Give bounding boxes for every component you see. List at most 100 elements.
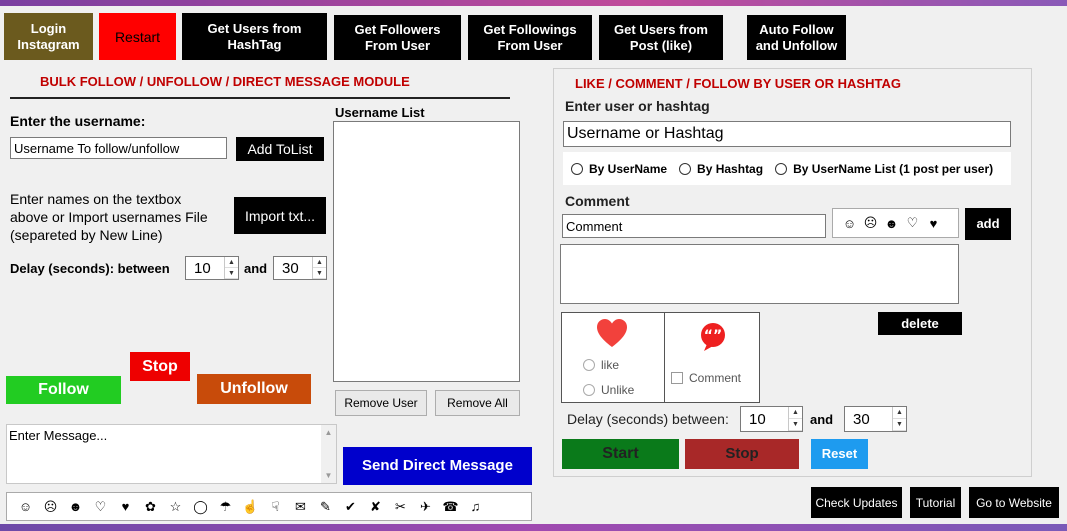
emoji-icon[interactable]: ◯	[188, 499, 213, 515]
radio-circle-icon	[583, 359, 595, 371]
stepper-down-icon[interactable]: ▼	[313, 268, 326, 279]
stepper-up-icon[interactable]: ▲	[789, 407, 802, 419]
add-comment-button[interactable]: add	[965, 208, 1011, 240]
emoji-icon[interactable]: ✿	[138, 499, 163, 515]
emoji-icon[interactable]: ♡	[902, 215, 923, 231]
stepper-up-icon[interactable]: ▲	[893, 407, 906, 419]
emoji-icon[interactable]: ✔	[338, 499, 363, 515]
reset-button[interactable]: Reset	[811, 439, 868, 469]
emoji-icon[interactable]: ♥	[923, 216, 944, 231]
emoji-icon[interactable]: ☎	[438, 499, 463, 515]
emoji-icon[interactable]: ☂	[213, 499, 238, 515]
like-stop-button[interactable]: Stop	[685, 439, 799, 469]
message-text: Enter Message...	[9, 428, 108, 443]
scroll-up-icon[interactable]: ▲	[325, 428, 333, 437]
checkbox-icon	[671, 372, 683, 384]
delay-to-stepper[interactable]: 30 ▲ ▼	[273, 256, 327, 280]
like-delay-from-stepper[interactable]: 10 ▲ ▼	[740, 406, 803, 432]
get-followings-button[interactable]: Get Followings From User	[468, 15, 592, 60]
emoji-icon[interactable]: ☝	[238, 499, 263, 515]
heart-icon	[597, 319, 627, 347]
emoji-icon[interactable]: ☻	[63, 499, 88, 514]
restart-button[interactable]: Restart	[99, 13, 176, 60]
stepper-up-icon[interactable]: ▲	[225, 257, 238, 268]
top-accent-bar	[0, 0, 1067, 6]
emoji-icon[interactable]: ✈	[413, 499, 438, 515]
check-updates-button[interactable]: Check Updates	[811, 487, 902, 518]
like-option[interactable]: like	[583, 358, 619, 372]
comment-input[interactable]: Comment	[562, 214, 826, 238]
emoji-icon[interactable]: ☆	[163, 499, 188, 515]
scroll-down-icon[interactable]: ▼	[325, 471, 333, 480]
go-to-website-button[interactable]: Go to Website	[969, 487, 1059, 518]
radio-by-userlist-label: By UserName List (1 post per user)	[793, 161, 994, 176]
username-list[interactable]	[333, 121, 520, 382]
emoji-icon[interactable]: ☻	[881, 216, 902, 231]
login-instagram-button[interactable]: Login Instagram	[4, 13, 93, 60]
like-option-label: like	[601, 358, 620, 372]
remove-user-button[interactable]: Remove User	[335, 390, 427, 416]
like-delay-from-value: 10	[749, 410, 766, 428]
auto-follow-button[interactable]: Auto Follow and Unfollow	[747, 15, 846, 60]
add-tolist-button[interactable]: Add ToList	[236, 137, 324, 161]
send-direct-message-button[interactable]: Send Direct Message	[343, 447, 532, 485]
unlike-option[interactable]: Unlike	[583, 383, 634, 397]
delay-from-value: 10	[194, 259, 211, 277]
unlike-option-label: Unlike	[601, 383, 635, 397]
emoji-icon[interactable]: ☹	[38, 499, 63, 515]
import-txt-button[interactable]: Import txt...	[234, 197, 326, 234]
emoji-icon[interactable]: ☺	[839, 216, 860, 231]
radio-by-userlist[interactable]: By UserName List (1 post per user)	[775, 162, 993, 176]
radio-by-hashtag[interactable]: By Hashtag	[679, 162, 763, 176]
emoji-icon[interactable]: ♡	[88, 499, 113, 515]
search-type-radios: By UserName By Hashtag By UserName List …	[563, 152, 1011, 185]
heading-divider	[10, 97, 510, 99]
radio-circle-icon	[679, 162, 692, 175]
stepper-down-icon[interactable]: ▼	[893, 419, 906, 431]
radio-circle-icon	[571, 162, 583, 175]
radio-by-hashtag-label: By Hashtag	[697, 161, 764, 176]
radio-circle-icon	[775, 162, 788, 175]
emoji-icon[interactable]: ☟	[263, 499, 288, 515]
stepper-down-icon[interactable]: ▼	[789, 419, 802, 431]
enter-user-hashtag-label: Enter user or hashtag	[565, 98, 710, 114]
follow-button[interactable]: Follow	[6, 376, 121, 404]
user-hashtag-input[interactable]: Username or Hashtag	[563, 121, 1011, 147]
unfollow-button[interactable]: Unfollow	[197, 374, 311, 404]
emoji-icon[interactable]: ♫	[463, 499, 488, 514]
message-scrollbar[interactable]: ▲ ▼	[321, 425, 336, 483]
username-input[interactable]: Username To follow/unfollow	[10, 137, 227, 159]
emoji-icon[interactable]: ♥	[113, 499, 138, 514]
get-followers-button[interactable]: Get Followers From User	[334, 15, 461, 60]
emoji-icon[interactable]: ☺	[13, 499, 38, 514]
emoji-icon[interactable]: ✎	[313, 499, 338, 515]
enter-username-label: Enter the username:	[10, 113, 146, 129]
comment-list[interactable]	[560, 244, 959, 304]
start-button[interactable]: Start	[562, 439, 679, 469]
delete-comment-button[interactable]: delete	[878, 312, 962, 335]
emoji-icon[interactable]: ✂	[388, 499, 413, 515]
message-textarea[interactable]: Enter Message... ▲ ▼	[6, 424, 337, 484]
stepper-down-icon[interactable]: ▼	[225, 268, 238, 279]
emoji-icon[interactable]: ✉	[288, 499, 313, 515]
bulk-stop-button[interactable]: Stop	[130, 352, 190, 381]
emoji-icon[interactable]: ☹	[860, 215, 881, 231]
speech-bubble-icon: “”	[701, 323, 725, 351]
radio-by-username[interactable]: By UserName	[571, 162, 667, 176]
delay-to-value: 30	[282, 259, 299, 277]
get-users-post-button[interactable]: Get Users from Post (like)	[599, 15, 723, 60]
emoji-icon[interactable]: ✘	[363, 499, 388, 515]
like-delay-to-stepper[interactable]: 30 ▲ ▼	[844, 406, 907, 432]
remove-all-button[interactable]: Remove All	[435, 390, 520, 416]
like-module-heading: LIKE / COMMENT / FOLLOW BY USER OR HASHT…	[575, 76, 901, 91]
bottom-accent-bar	[0, 524, 1067, 531]
comment-emoji-picker[interactable]: ☺ ☹ ☻ ♡ ♥	[832, 208, 959, 238]
comment-option-label: Comment	[689, 371, 742, 385]
stepper-up-icon[interactable]: ▲	[313, 257, 326, 268]
tutorial-button[interactable]: Tutorial	[910, 487, 961, 518]
comment-label: Comment	[565, 193, 630, 209]
get-users-hashtag-button[interactable]: Get Users from HashTag	[182, 13, 327, 60]
radio-by-username-label: By UserName	[589, 161, 668, 176]
delay-from-stepper[interactable]: 10 ▲ ▼	[185, 256, 239, 280]
comment-option[interactable]: Comment	[671, 371, 741, 385]
